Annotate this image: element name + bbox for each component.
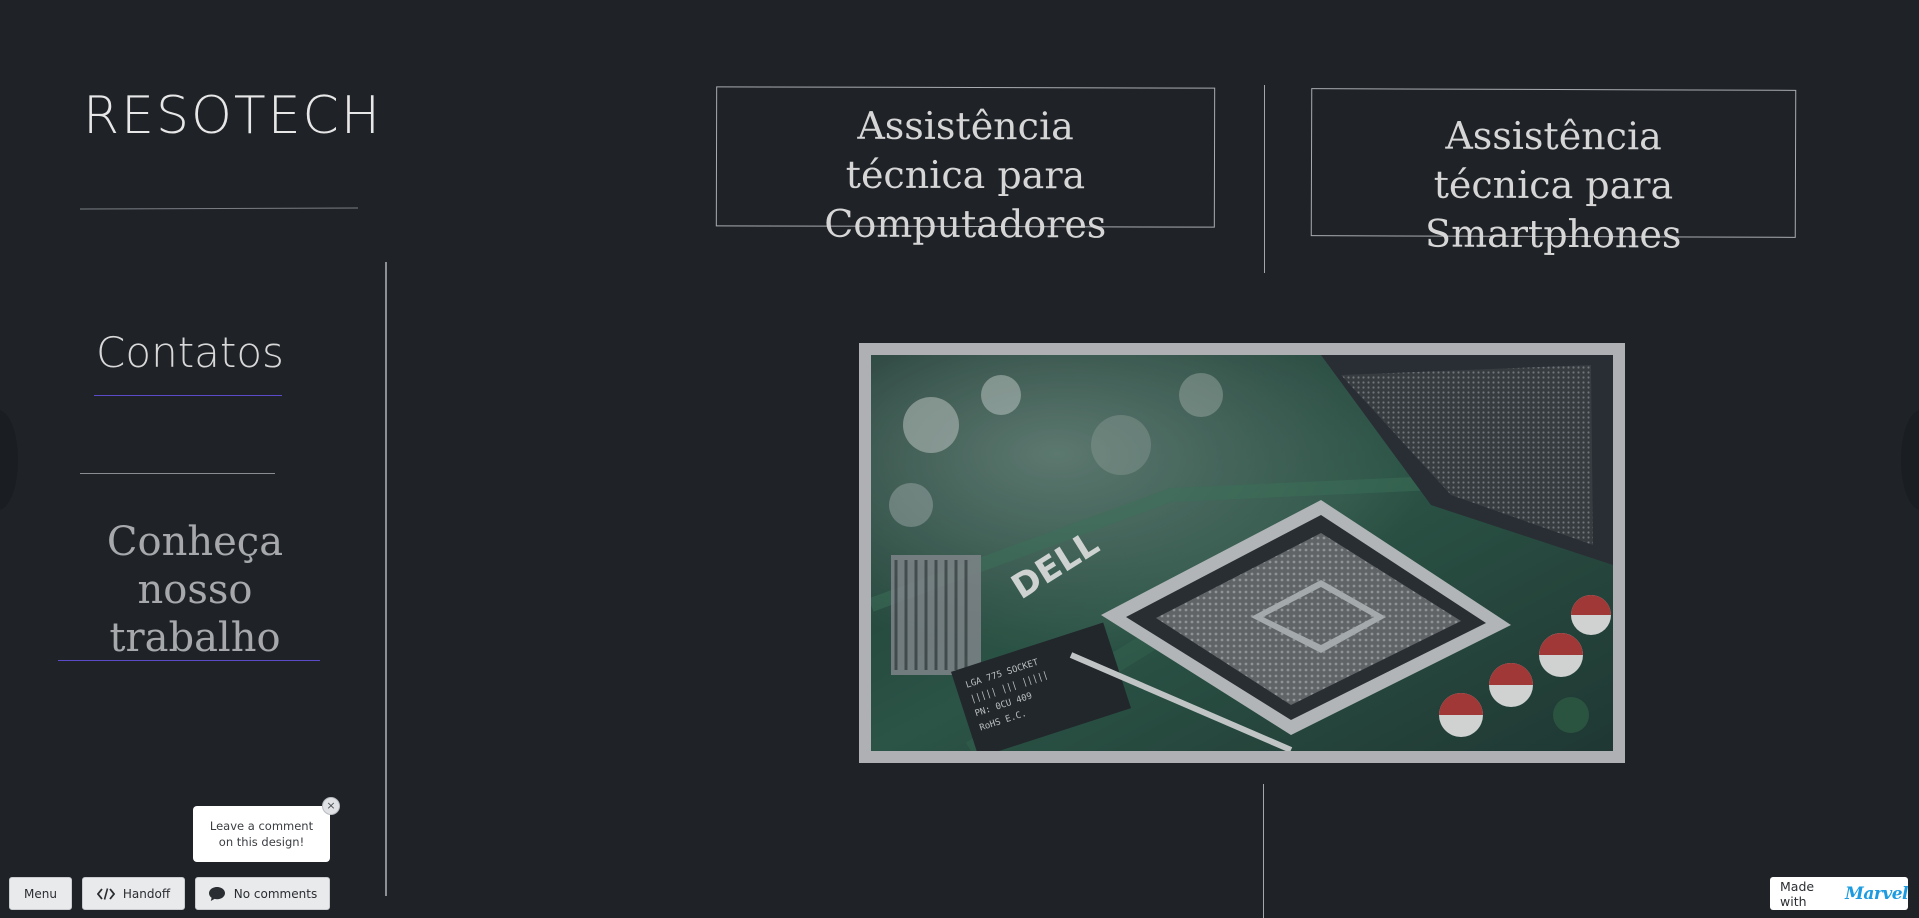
comments-button[interactable]: No comments bbox=[195, 877, 330, 910]
conheca-underline bbox=[58, 660, 320, 661]
sidebar-separator bbox=[80, 473, 275, 474]
services-divider bbox=[1264, 85, 1265, 273]
conheca-line-2: nosso trabalho bbox=[109, 567, 281, 661]
service-computers-line-2: técnica para Computadores bbox=[824, 152, 1107, 247]
comment-tooltip: Leave a comment on this design! bbox=[193, 806, 330, 862]
motherboard-photo: DELL LGA 775 SOCKET ||||| ||| ||||| PN: … bbox=[871, 355, 1613, 751]
handoff-button[interactable]: Handoff bbox=[82, 877, 185, 910]
service-smartphones-line-2: técnica para Smartphones bbox=[1425, 162, 1682, 257]
bottom-divider bbox=[1263, 784, 1264, 918]
made-with-label: Made with bbox=[1780, 878, 1815, 909]
next-screen-hint[interactable] bbox=[1901, 410, 1919, 510]
tooltip-close-icon[interactable]: × bbox=[322, 797, 340, 815]
menu-button[interactable]: Menu bbox=[9, 877, 72, 910]
sidebar-divider bbox=[385, 262, 387, 896]
brand-underline bbox=[79, 207, 359, 210]
contatos-underline bbox=[94, 395, 282, 396]
marvel-logo: Marvel bbox=[1845, 883, 1908, 904]
motherboard-image-frame: DELL LGA 775 SOCKET ||||| ||| ||||| PN: … bbox=[859, 343, 1625, 763]
conheca-line-1: Conheça bbox=[106, 519, 284, 565]
speech-bubble-icon bbox=[208, 886, 226, 902]
nav-link-contatos[interactable]: Contatos bbox=[90, 328, 290, 377]
prototype-canvas: RESOTECH Contatos Conheça nosso trabalho… bbox=[0, 0, 1919, 918]
nav-link-conheca-nosso-trabalho[interactable]: Conheça nosso trabalho bbox=[55, 518, 335, 662]
service-smartphones-line-1: Assistência bbox=[1445, 113, 1662, 159]
service-computers-line-1: Assistência bbox=[857, 103, 1074, 149]
menu-button-label: Menu bbox=[24, 886, 57, 901]
handoff-button-label: Handoff bbox=[122, 886, 171, 901]
made-with-marvel-badge[interactable]: Made with Marvel bbox=[1770, 877, 1908, 910]
comments-button-label: No comments bbox=[233, 886, 318, 901]
previous-screen-hint[interactable] bbox=[0, 410, 18, 510]
code-icon bbox=[96, 887, 115, 900]
service-box-computers[interactable]: Assistência técnica para Computadores bbox=[715, 86, 1216, 246]
brand-title: RESOTECH bbox=[83, 86, 382, 146]
service-box-smartphones[interactable]: Assistência técnica para Smartphones bbox=[1310, 88, 1797, 256]
